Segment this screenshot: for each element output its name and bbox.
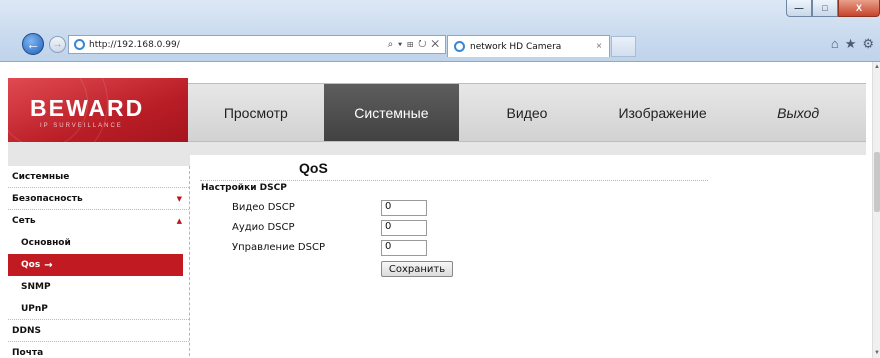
forward-arrow-icon: → [52,39,63,50]
main-navigation: Просмотр Системные Видео Изображение Вых… [188,83,866,142]
tab-title[interactable]: network HD Camera [470,42,596,52]
tab-close-icon[interactable]: × [596,41,609,52]
audio-dscp-input[interactable]: 0 [381,220,427,236]
page-viewport: BEWARD IP SURVEILLANCE Просмотр Системны… [0,62,872,358]
address-bar[interactable]: http://192.168.0.99/ ⌕ ▾ ⊞ ↻ ✕ [68,35,446,54]
ie-page-icon [74,39,85,50]
selected-arrow-icon: → [44,259,53,271]
expand-down-icon: ▼ [176,194,182,203]
address-url[interactable]: http://192.168.0.99/ [89,40,388,50]
sidebar-item-label: Безопасность [12,193,83,204]
sidebar-item-label: Qos [21,260,41,270]
scroll-thumb[interactable] [874,152,880,212]
video-dscp-label: Видео DSCP [232,202,295,213]
sidebar-item-basic[interactable]: Основной [8,232,189,254]
maximize-button[interactable]: □ [812,0,838,17]
sidebar-item-upnp[interactable]: UPnP [8,298,189,320]
collapse-up-icon: ▲ [176,217,182,225]
sidebar-item-label: Почта [12,348,44,358]
nav-view[interactable]: Просмотр [188,84,324,141]
nav-system[interactable]: Системные [323,84,460,141]
close-window-button[interactable]: X [838,0,880,17]
sidebar-item-label: Основной [21,238,71,248]
control-dscp-input[interactable]: 0 [381,240,427,256]
sidebar-item-label: Сеть [12,216,36,226]
video-dscp-input[interactable]: 0 [381,200,427,216]
sidebar-item-mail[interactable]: Почта [8,342,189,358]
sidebar-item-qos[interactable]: Qos → [8,254,183,276]
vertical-scrollbar[interactable]: ▲ ▼ [872,62,880,358]
ie-tab-icon [454,41,465,52]
page-title: QoS [299,160,328,176]
nav-video[interactable]: Видео [459,84,595,141]
browser-titlebar: — □ X ← → http://192.168.0.99/ ⌕ ▾ ⊞ ↻ ✕… [0,0,880,62]
nav-image[interactable]: Изображение [595,84,731,141]
scroll-down-icon[interactable]: ▼ [874,350,880,356]
new-tab-button[interactable] [611,36,636,57]
logo-tagline: IP SURVEILLANCE [40,123,123,129]
sidebar-item-label: Системные [12,171,70,182]
browser-tab[interactable]: network HD Camera × [447,35,610,57]
back-arrow-icon: ← [26,36,40,52]
sidebar-item-label: UPnP [21,303,48,314]
sidebar-item-network[interactable]: Сеть ▲ [8,210,189,232]
settings-gear-icon[interactable]: ⚙ [862,36,874,52]
nav-logout[interactable]: Выход [730,84,866,141]
qos-settings-panel: QoS Настройки DSCP Видео DSCP 0 Аудио DS… [198,160,718,358]
beward-logo: BEWARD IP SURVEILLANCE [8,78,188,148]
sub-header-bar [8,142,866,155]
sidebar-item-snmp[interactable]: SNMP [8,276,189,298]
sidebar-item-label: SNMP [21,282,51,292]
control-dscp-label: Управление DSCP [232,242,325,253]
forward-button[interactable]: → [49,36,66,53]
sidebar-item-security[interactable]: Безопасность ▼ [8,188,189,210]
window-controls: — □ X [786,0,880,17]
section-heading: Настройки DSCP [201,183,287,193]
audio-dscp-label: Аудио DSCP [232,222,295,233]
sidebar-item-label: DDNS [12,325,41,336]
scroll-up-icon[interactable]: ▲ [874,64,880,70]
address-tools-icons[interactable]: ⌕ ▾ ⊞ ↻ ✕ [388,39,445,50]
minimize-button[interactable]: — [786,0,812,17]
sidebar-item-system[interactable]: Системные [8,166,189,188]
browser-right-icons: ⌂ ★ ⚙ [831,36,874,52]
sidebar-menu: Системные Безопасность ▼ Сеть ▲ Основной… [8,166,190,358]
home-icon[interactable]: ⌂ [831,36,839,52]
back-button[interactable]: ← [22,33,44,55]
logo-brand-text: BEWARD [30,95,145,121]
save-button[interactable]: Сохранить [381,261,453,277]
sidebar-item-ddns[interactable]: DDNS [8,320,189,342]
favorites-star-icon[interactable]: ★ [845,36,857,52]
title-divider [200,180,708,181]
sidebar-header-bar [8,155,190,166]
